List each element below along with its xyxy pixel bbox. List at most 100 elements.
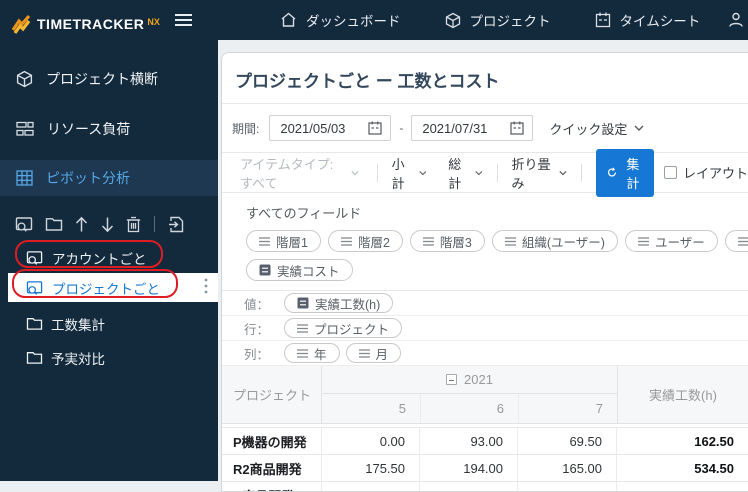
grand-total-label: 総計	[448, 154, 468, 192]
table-row[interactable]: R2商品開発 175.50 194.00 165.00 534.50	[222, 455, 748, 482]
value-chip-actual-hours[interactable]: 実績工数(h)	[284, 293, 393, 313]
start-date-value: 2021/05/03	[280, 121, 368, 136]
main-content: プロジェクトごと ー 工数とコスト 期間: 2021/05/03 - 2021/…	[218, 40, 748, 481]
top-nav: ダッシュボード プロジェクト タイムシート	[280, 0, 700, 40]
new-folder-button[interactable]	[45, 217, 63, 232]
field-chip-hierarchy3[interactable]: 階層3	[410, 230, 485, 252]
chip-label: 実績コスト	[277, 261, 340, 280]
trash-icon	[126, 216, 141, 233]
brand-text: TIMETRACKER	[37, 16, 144, 32]
report-search-icon	[26, 250, 44, 266]
end-date-input[interactable]: 2021/07/31	[411, 115, 533, 141]
checkbox-icon[interactable]	[664, 166, 677, 179]
nav-dashboard[interactable]: ダッシュボード	[280, 10, 401, 30]
chip-label: ユーザー	[655, 232, 705, 251]
report-list: アカウントごと プロジェクトごと 工数集計	[0, 244, 218, 371]
column-chip-year[interactable]: 年	[284, 343, 340, 363]
collapse-dropdown[interactable]: 折り畳み	[512, 154, 567, 192]
year-label: 2021	[464, 372, 493, 387]
row-name: P機器の開発	[222, 428, 322, 454]
column-group-year[interactable]: 2021	[322, 366, 617, 394]
pivot-table: プロジェクト 2021 実績工数(h) 5 6 7 P機器の開発 0.00 93…	[222, 366, 748, 492]
column-header-month-6[interactable]: 6	[420, 394, 518, 423]
sidebar-item-label: プロジェクト横断	[46, 69, 158, 89]
field-chip-hierarchy2[interactable]: 階層2	[328, 230, 403, 252]
row-name: R商品開発	[222, 482, 322, 492]
column-header-month-7[interactable]: 7	[518, 394, 617, 423]
all-fields-section: すべてのフィールド 階層1 階層2 階層3 組織(ユーザー)	[222, 193, 748, 290]
collapse-year-icon[interactable]	[446, 374, 457, 385]
new-report-button[interactable]	[15, 216, 34, 233]
toolbar-separator	[154, 216, 155, 232]
field-chip-hierarchy1[interactable]: 階層1	[246, 230, 321, 252]
nav-timesheet[interactable]: タイムシート	[595, 10, 701, 30]
chevron-down-icon	[634, 125, 644, 131]
chip-label: 階層2	[358, 232, 390, 251]
move-up-button[interactable]	[74, 216, 89, 233]
page-title: プロジェクトごと ー 工数とコスト	[222, 53, 748, 103]
column-chip-month[interactable]: 月	[346, 343, 402, 363]
toolbar-separator	[497, 164, 498, 182]
subtotal-dropdown[interactable]: 小計	[392, 154, 427, 192]
report-item-label: 予実対比	[51, 348, 105, 368]
column-header-total-hours[interactable]: 実績工数(h)	[617, 366, 748, 423]
report-item-by-project[interactable]: プロジェクトごと	[8, 273, 218, 302]
sidebar-item-pivot-analysis[interactable]: ピボット分析	[0, 160, 218, 196]
values-label: 値：	[244, 294, 278, 313]
export-report-button[interactable]	[168, 216, 184, 233]
quick-settings-dropdown[interactable]: クイック設定	[549, 119, 644, 138]
report-item-label: アカウントごと	[52, 248, 147, 268]
report-item-workload-summary[interactable]: 工数集計	[0, 310, 218, 337]
item-type-dropdown[interactable]: アイテムタイプ:すべて	[240, 154, 359, 192]
field-chip-row: 階層1 階層2 階層3 組織(ユーザー) ユーザー	[246, 230, 748, 252]
delete-button[interactable]	[126, 216, 141, 233]
chip-label: 月	[376, 344, 389, 363]
pivot-grid-icon	[16, 170, 33, 186]
table-row[interactable]: P機器の開発 0.00 93.00 69.50 162.50	[222, 428, 748, 455]
app-logo[interactable]: TIMETRACKER NX	[10, 5, 160, 35]
field-chip-user[interactable]: ユーザー	[625, 230, 718, 252]
nav-project[interactable]: プロジェクト	[445, 10, 551, 30]
report-item-plan-vs-actual[interactable]: 予実対比	[0, 344, 218, 371]
cell-value: 93.00	[420, 428, 518, 454]
list-icon	[638, 237, 649, 246]
cell-value: 233.00	[420, 482, 518, 492]
grand-total-dropdown[interactable]: 総計	[448, 154, 483, 192]
table-row[interactable]: R商品開発 204.00 233.00 39.50 476.50	[222, 482, 748, 492]
list-icon	[738, 237, 748, 246]
calendar-picker-icon[interactable]	[368, 121, 382, 135]
period-row: 期間: 2021/05/03 - 2021/07/31	[222, 104, 748, 152]
cell-total: 162.50	[617, 428, 748, 454]
aggregate-button[interactable]: 集計	[596, 149, 654, 197]
layout-checkbox[interactable]: レイアウト	[664, 163, 748, 182]
report-item-by-account[interactable]: アカウントごと	[0, 244, 218, 271]
calendar-picker-icon[interactable]	[510, 121, 524, 135]
column-header-month-5[interactable]: 5	[322, 394, 420, 423]
cell-value: 0.00	[322, 428, 420, 454]
brand-suffix: NX	[147, 17, 160, 27]
report-search-icon	[15, 216, 34, 233]
item-more-menu[interactable]	[204, 278, 208, 297]
user-menu[interactable]	[727, 0, 745, 40]
field-chip-folder-name[interactable]: フォルダ名	[725, 230, 748, 252]
all-fields-heading: すべてのフィールド	[246, 203, 748, 222]
pivot-report-card: プロジェクトごと ー 工数とコスト 期間: 2021/05/03 - 2021/…	[221, 52, 748, 492]
list-icon	[297, 324, 308, 333]
sidebar-item-cross-project[interactable]: プロジェクト横断	[0, 62, 218, 96]
sidebar-item-label: ピボット分析	[46, 168, 130, 188]
menu-toggle-button[interactable]	[174, 13, 193, 27]
row-chip-project[interactable]: プロジェクト	[284, 318, 402, 338]
sidebar-item-resource-load[interactable]: リソース負荷	[0, 112, 218, 146]
folder-icon	[45, 217, 63, 232]
field-chip-actual-cost[interactable]: 実績コスト	[246, 259, 353, 281]
chevron-down-icon	[475, 170, 483, 176]
nav-dashboard-label: ダッシュボード	[306, 10, 401, 30]
column-header-project[interactable]: プロジェクト	[222, 366, 322, 423]
cell-value: 204.00	[322, 482, 420, 492]
chip-label: 年	[314, 344, 327, 363]
report-item-label: 工数集計	[51, 314, 105, 334]
field-chip-org-user[interactable]: 組織(ユーザー)	[492, 230, 618, 252]
move-down-button[interactable]	[100, 216, 115, 233]
quick-settings-label: クイック設定	[549, 119, 627, 138]
start-date-input[interactable]: 2021/05/03	[269, 115, 391, 141]
